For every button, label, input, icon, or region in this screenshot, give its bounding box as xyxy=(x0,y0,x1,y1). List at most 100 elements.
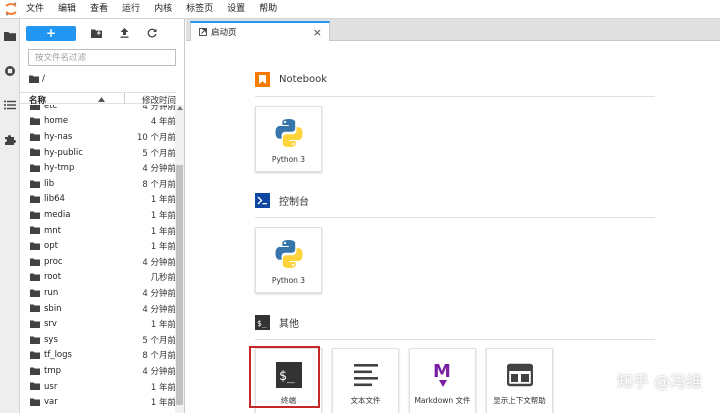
menu-tabs[interactable]: 标签页 xyxy=(179,0,220,19)
file-row-sys[interactable]: sys 5 个月前 xyxy=(20,332,176,348)
file-row-srv[interactable]: srv 1 年前 xyxy=(20,316,176,332)
file-row-home[interactable]: home 4 年前 xyxy=(20,114,176,130)
file-modified: 1 年前 xyxy=(150,210,176,221)
watermark: 知乎 @冯维 xyxy=(616,372,702,391)
file-filter-input[interactable] xyxy=(35,52,155,63)
contextual-help-icon xyxy=(503,358,537,392)
file-row-run[interactable]: run 4 分钟前 xyxy=(20,285,176,301)
console-python3-card[interactable]: Python 3 xyxy=(255,227,322,293)
other-section-label: 其他 xyxy=(279,319,299,330)
file-modified: 1 年前 xyxy=(150,320,176,331)
folder-icon xyxy=(30,242,40,250)
folder-icon xyxy=(30,367,40,375)
file-row-etc[interactable]: etc 4 分钟前 xyxy=(20,105,176,114)
file-name: usr xyxy=(44,381,58,392)
running-icon[interactable] xyxy=(3,64,17,78)
folder-icon xyxy=(30,148,40,157)
contextual-help-card[interactable]: 显示上下文帮助 xyxy=(486,348,553,413)
new-folder-icon[interactable] xyxy=(88,26,104,41)
file-listing: etc 4 分钟前 home 4 年前 hy-nas 10 个月前 hy-public 5 个… xyxy=(20,105,176,413)
menu-settings[interactable]: 设置 xyxy=(220,0,252,19)
section-divider xyxy=(255,217,655,218)
file-listing-scrollbar[interactable] xyxy=(175,105,184,413)
file-name: media xyxy=(44,209,71,220)
folder-icon xyxy=(30,273,40,282)
scrollbar-thumb[interactable] xyxy=(176,165,183,405)
console-icon xyxy=(255,193,270,208)
folder-icon xyxy=(30,180,40,188)
file-modified: 1 年前 xyxy=(150,242,176,253)
menu-file[interactable]: 文件 xyxy=(22,0,51,19)
file-modified: 几秒前 xyxy=(150,273,176,284)
scroll-up-arrow-icon[interactable] xyxy=(177,106,183,110)
refresh-icon[interactable] xyxy=(144,26,160,41)
markdown-file-card[interactable]: M Markdown 文件 xyxy=(409,348,476,413)
notebook-python3-card[interactable]: Python 3 xyxy=(255,106,322,172)
card-label: 显示上下文帮助 xyxy=(493,396,546,405)
file-row-usr[interactable]: usr 1 年前 xyxy=(20,379,176,395)
listing-header: 名称 修改时间 xyxy=(20,92,176,106)
column-divider[interactable] xyxy=(124,93,125,104)
file-row-lib64[interactable]: lib64 1 年前 xyxy=(20,192,176,208)
menu-run[interactable]: 运行 xyxy=(115,0,147,19)
menu-kernel[interactable]: 内核 xyxy=(147,0,179,19)
section-divider xyxy=(255,339,655,340)
sort-ascending-icon xyxy=(98,95,105,105)
file-filter-field[interactable] xyxy=(28,49,176,66)
launcher-panel: Notebook Python 3 控制台 Python 3 $_ 其他 $_ … xyxy=(186,42,720,413)
folder-icon xyxy=(30,105,40,110)
file-row-hy-nas[interactable]: hy-nas 10 个月前 xyxy=(20,129,176,145)
tab-bar: 启动页 × xyxy=(186,19,720,41)
file-name: srv xyxy=(44,319,57,330)
file-row-tf-logs[interactable]: tf_logs 8 个月前 xyxy=(20,348,176,364)
file-modified: 8 个月前 xyxy=(142,351,176,362)
file-row-sbin[interactable]: sbin 4 分钟前 xyxy=(20,301,176,317)
list-icon[interactable] xyxy=(3,98,17,112)
file-row-lib[interactable]: lib 8 个月前 xyxy=(20,176,176,192)
file-modified: 4 分钟前 xyxy=(142,105,176,112)
file-modified: 1 年前 xyxy=(150,382,176,393)
menu-view[interactable]: 查看 xyxy=(83,0,115,19)
terminal-small-icon: $_ xyxy=(255,315,270,330)
file-row-proc[interactable]: proc 4 分钟前 xyxy=(20,254,176,270)
file-row-var[interactable]: var 1 年前 xyxy=(20,394,176,410)
folder-icon[interactable] xyxy=(3,29,17,43)
new-launcher-button[interactable]: + xyxy=(26,25,76,41)
file-row-hy-tmp[interactable]: hy-tmp 4 分钟前 xyxy=(20,160,176,176)
notebook-section-title: Notebook xyxy=(255,72,327,87)
file-modified: 4 分钟前 xyxy=(142,366,176,377)
file-modified: 4 年前 xyxy=(150,117,176,128)
folder-icon[interactable] xyxy=(29,75,39,83)
file-name: root xyxy=(44,272,62,283)
file-browser-toolbar: + xyxy=(26,24,160,42)
tab-launcher[interactable]: 启动页 × xyxy=(190,21,330,41)
file-name: lib xyxy=(44,178,55,189)
file-row-tmp[interactable]: tmp 4 分钟前 xyxy=(20,363,176,379)
card-label: 文本文件 xyxy=(350,396,381,405)
folder-icon xyxy=(30,382,40,391)
file-row-opt[interactable]: opt 1 年前 xyxy=(20,238,176,254)
menu-help[interactable]: 帮助 xyxy=(252,0,284,19)
breadcrumb: / xyxy=(29,73,45,85)
file-modified: 4 分钟前 xyxy=(142,304,176,315)
card-label: Python 3 xyxy=(271,276,306,285)
file-name: home xyxy=(44,116,69,127)
menu-edit[interactable]: 编辑 xyxy=(51,0,83,19)
breadcrumb-root[interactable]: / xyxy=(42,74,45,84)
file-row-mnt[interactable]: mnt 1 年前 xyxy=(20,223,176,239)
close-icon[interactable]: × xyxy=(313,26,322,39)
file-name: sbin xyxy=(44,303,62,314)
puzzle-icon[interactable] xyxy=(3,133,17,147)
folder-icon xyxy=(30,133,40,141)
tab-label: 启动页 xyxy=(211,28,237,38)
file-browser: + / 名称 修改时间 etc 4 分钟前 home 4 年前 hy-nas 10 个月前… xyxy=(20,19,185,413)
folder-icon xyxy=(30,258,40,266)
file-row-media[interactable]: media 1 年前 xyxy=(20,207,176,223)
text-file-card[interactable]: 文本文件 xyxy=(332,348,399,413)
file-row-root[interactable]: root 几秒前 xyxy=(20,270,176,286)
folder-icon xyxy=(30,211,40,219)
file-row-hy-public[interactable]: hy-public 5 个月前 xyxy=(20,145,176,161)
file-modified: 1 年前 xyxy=(150,195,176,206)
file-modified: 4 分钟前 xyxy=(142,164,176,175)
upload-icon[interactable] xyxy=(116,26,132,41)
